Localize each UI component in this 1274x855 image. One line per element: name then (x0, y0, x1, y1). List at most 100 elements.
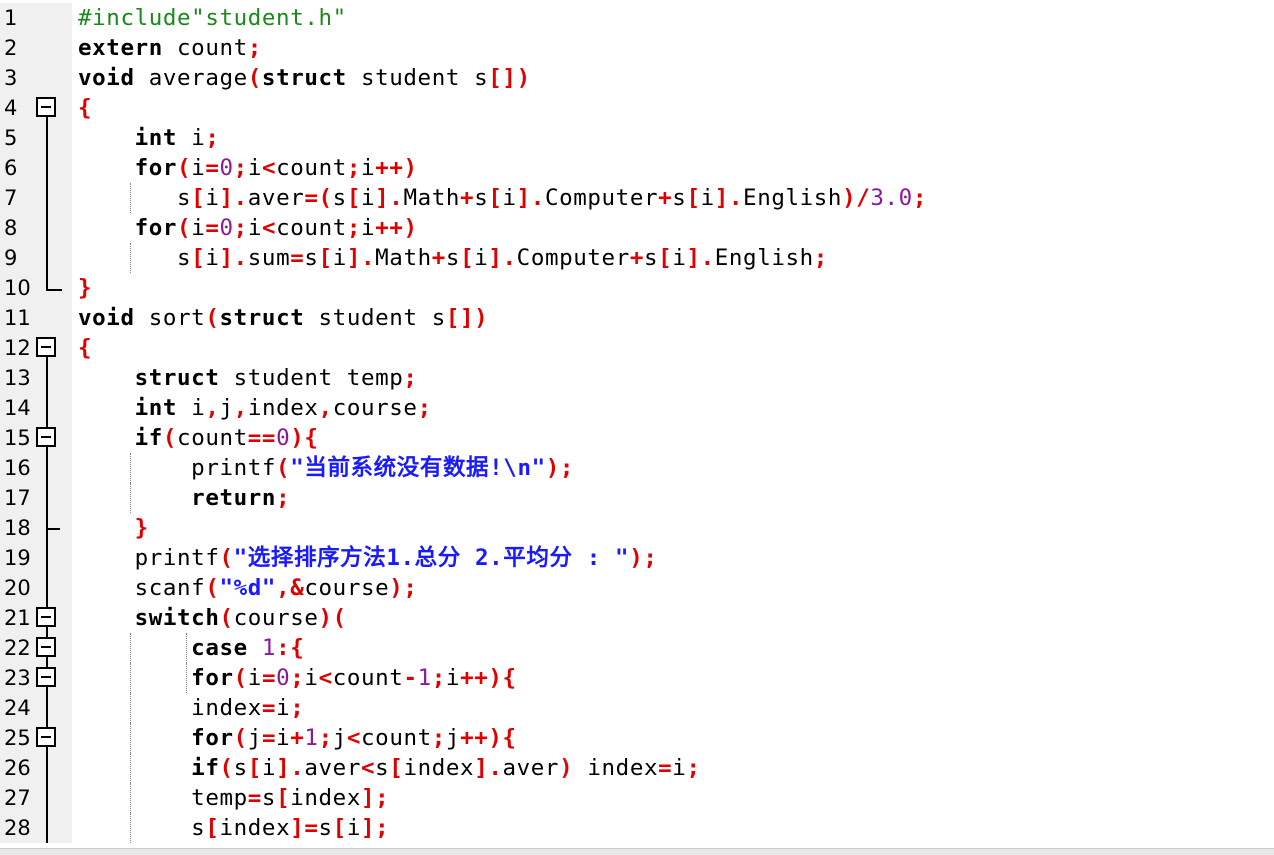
code-line: 24 index=i; (0, 693, 1274, 723)
line-gutter: 24 (0, 693, 72, 723)
line-number: 15 (4, 426, 31, 450)
code-text[interactable]: for(i=0;i<count;i++) (78, 153, 418, 183)
code-token: ( (177, 215, 192, 241)
code-token: i (360, 185, 376, 211)
code-text[interactable]: s[i].sum=s[i].Math+s[i].Computer+s[i].En… (78, 243, 828, 273)
code-text[interactable]: void sort(struct student s[]) (78, 303, 488, 333)
code-token: sort (134, 305, 206, 331)
line-gutter: 17 (0, 483, 72, 513)
code-text[interactable]: scanf("%d",&course); (78, 573, 418, 603)
code-text[interactable]: index=i; (78, 693, 304, 723)
code-token: index (219, 815, 291, 841)
code-text[interactable]: for(i=0;i<count-1;i++){ (78, 663, 517, 693)
fold-guide-line (46, 153, 48, 183)
code-text[interactable]: } (78, 513, 149, 543)
code-text[interactable]: void average(struct student s[]) (78, 63, 531, 93)
code-token: ; (205, 125, 220, 151)
code-text[interactable]: temp=s[index]; (78, 783, 389, 813)
code-token: aver (247, 185, 305, 211)
code-text[interactable]: if(s[i].aver<s[index].aver) index=i; (78, 753, 701, 783)
code-token: i (191, 215, 206, 241)
code-editor[interactable]: 1 #include"student.h" 2 extern count; 3 void … (0, 3, 1274, 843)
code-line: 15 if(count==0){ (0, 423, 1274, 453)
line-number: 28 (4, 816, 31, 840)
code-text[interactable]: case 1:{ (78, 633, 304, 663)
code-token: 1 (304, 725, 319, 751)
fold-collapse-icon[interactable] (36, 637, 56, 657)
line-number: 23 (4, 666, 31, 690)
code-token: Computer (544, 185, 659, 211)
code-token: printf (78, 545, 220, 571)
line-number: 24 (4, 696, 31, 720)
fold-end-marker (46, 528, 60, 530)
line-number: 5 (4, 126, 18, 150)
code-token: = (261, 695, 277, 721)
code-token: i (474, 245, 489, 271)
code-text[interactable]: extern count; (78, 33, 262, 63)
code-token: [ (191, 185, 206, 211)
fold-collapse-icon[interactable] (36, 97, 56, 117)
code-token: i (247, 155, 262, 181)
code-token: struct (219, 305, 305, 331)
code-token: if (191, 755, 220, 781)
code-text[interactable]: s[index]=s[i]; (78, 813, 389, 843)
line-number: 12 (4, 336, 31, 360)
code-line: 11 void sort(struct student s[]) (0, 303, 1274, 333)
code-text[interactable]: int i; (78, 123, 220, 153)
code-token: { (78, 95, 93, 121)
code-token: = (261, 725, 277, 751)
code-text[interactable]: int i,j,index,course; (78, 393, 432, 423)
code-text[interactable]: if(count==0){ (78, 423, 319, 453)
code-token: temp (78, 785, 248, 811)
fold-collapse-icon[interactable] (36, 427, 56, 447)
code-token: Computer (516, 245, 630, 271)
line-gutter: 14 (0, 393, 72, 423)
line-gutter: 15 (0, 423, 72, 453)
code-text[interactable]: for(j=i+1;j<count;j++){ (78, 723, 517, 753)
code-text[interactable]: for(i=0;i<count;i++) (78, 213, 418, 243)
code-text[interactable]: return; (78, 483, 290, 513)
line-gutter: 22 (0, 633, 72, 663)
code-token: i (672, 245, 687, 271)
code-token: i (247, 665, 262, 691)
code-token: , (233, 395, 248, 421)
line-gutter: 21 (0, 603, 72, 633)
code-text[interactable]: { (78, 333, 92, 363)
code-text[interactable]: switch(course)( (78, 603, 347, 633)
code-token: s (78, 815, 206, 841)
line-gutter: 8 (0, 213, 72, 243)
line-gutter: 7 (0, 183, 72, 213)
code-token: English (714, 245, 814, 271)
code-text[interactable]: printf("当前系统没有数据!\n"); (78, 453, 574, 483)
code-token: < (346, 725, 362, 751)
fold-collapse-icon[interactable] (36, 727, 56, 747)
code-token: ( (276, 455, 291, 481)
code-token: int (134, 395, 178, 421)
code-token: Math (403, 185, 461, 211)
code-text[interactable]: s[i].aver=(s[i].Math+s[i].Computer+s[i].… (78, 183, 927, 213)
code-token: = (205, 215, 220, 241)
code-token: ++){ (460, 665, 517, 691)
code-token: + (431, 245, 446, 271)
code-token: ++) (375, 215, 418, 241)
code-text[interactable]: printf("选择排序方法1.总分 2.平均分 : "); (78, 543, 657, 573)
code-token: ) (559, 755, 574, 781)
code-line: 4{ (0, 93, 1274, 123)
code-token: ; (247, 35, 262, 61)
code-token: 0 (276, 665, 291, 691)
code-token: 1 (261, 635, 277, 661)
code-text[interactable]: struct student temp; (78, 363, 418, 393)
code-text[interactable]: { (78, 93, 92, 123)
fold-collapse-icon[interactable] (36, 337, 56, 357)
fold-collapse-icon[interactable] (36, 607, 56, 627)
fold-collapse-icon[interactable] (36, 667, 56, 687)
code-text[interactable]: #include"student.h" (78, 3, 347, 33)
code-token: ; (813, 245, 828, 271)
code-token: course (304, 575, 390, 601)
code-text[interactable]: } (78, 273, 92, 303)
code-token: void (78, 305, 135, 331)
